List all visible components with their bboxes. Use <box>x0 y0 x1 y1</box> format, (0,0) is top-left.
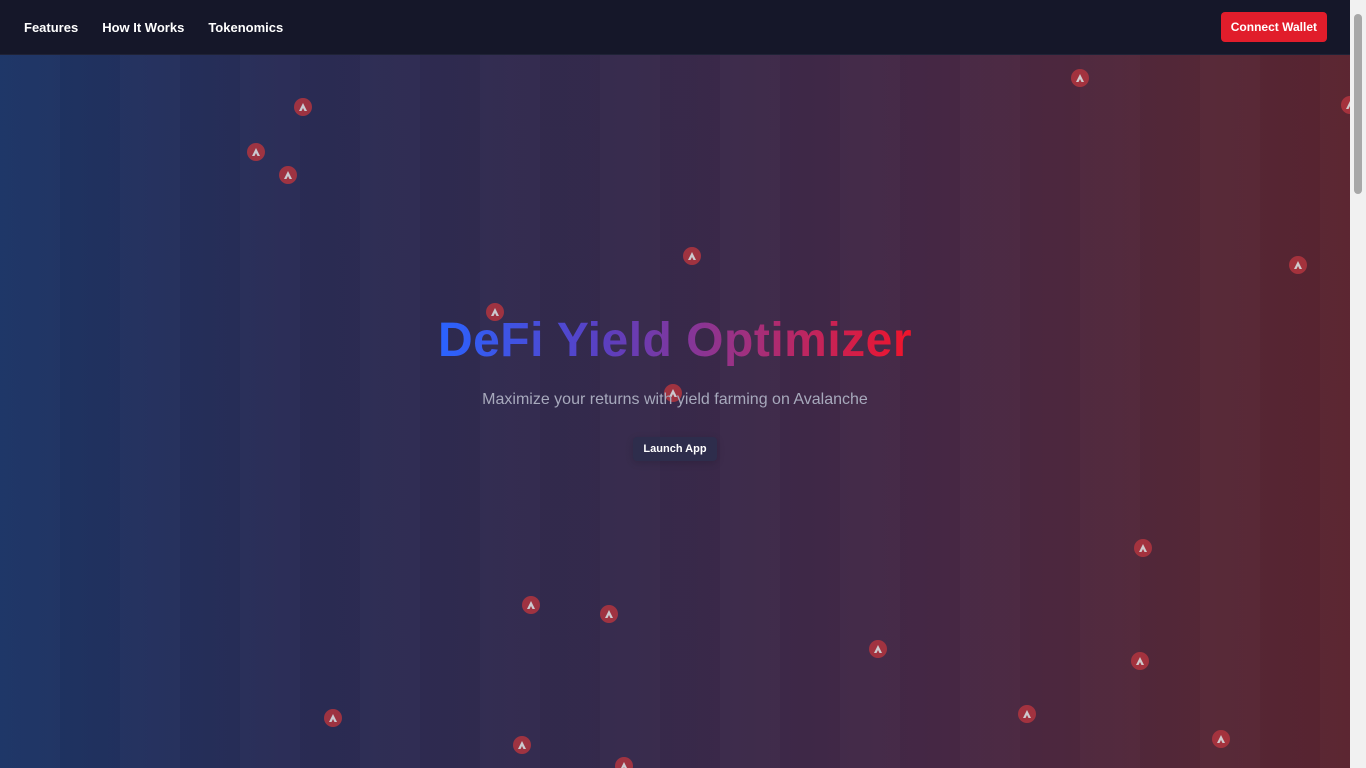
page-scrollbar[interactable] <box>1350 0 1366 768</box>
hero-subtitle: Maximize your returns with yield farming… <box>482 391 868 408</box>
avalanche-token-icon <box>869 640 887 658</box>
nav-link-tokenomics[interactable]: Tokenomics <box>208 20 283 35</box>
avalanche-token-icon <box>279 166 297 184</box>
hero-title: DeFi Yield Optimizer <box>438 312 912 370</box>
avalanche-token-icon <box>1289 256 1307 274</box>
avalanche-token-icon <box>1018 705 1036 723</box>
launch-app-button[interactable]: Launch App <box>633 437 717 461</box>
launch-wrapper: Launch App <box>0 437 1350 461</box>
hero-title-wrapper: DeFi Yield Optimizer <box>0 312 1350 370</box>
hero-section: DeFi Yield Optimizer Maximize your retur… <box>0 54 1350 768</box>
nav-link-features[interactable]: Features <box>24 20 78 35</box>
avalanche-token-icon <box>294 98 312 116</box>
avalanche-token-icon <box>1341 96 1350 114</box>
avalanche-token-icon <box>522 596 540 614</box>
avalanche-token-icon <box>1071 69 1089 87</box>
avalanche-token-icon <box>600 605 618 623</box>
nav-link-how-it-works[interactable]: How It Works <box>102 20 184 35</box>
avalanche-token-icon <box>1131 652 1149 670</box>
scrollbar-thumb[interactable] <box>1354 14 1362 194</box>
avalanche-token-icon <box>683 247 701 265</box>
avalanche-token-icon <box>1134 539 1152 557</box>
avalanche-token-icon <box>324 709 342 727</box>
top-navbar: Features How It Works Tokenomics Connect… <box>0 0 1350 55</box>
connect-wallet-button[interactable]: Connect Wallet <box>1220 12 1327 42</box>
page: Features How It Works Tokenomics Connect… <box>0 0 1366 768</box>
avalanche-token-icon <box>247 143 265 161</box>
avalanche-token-icon <box>1212 730 1230 748</box>
avalanche-token-icon <box>513 736 531 754</box>
nav-links: Features How It Works Tokenomics <box>24 20 283 35</box>
avalanche-token-icon <box>615 757 633 768</box>
